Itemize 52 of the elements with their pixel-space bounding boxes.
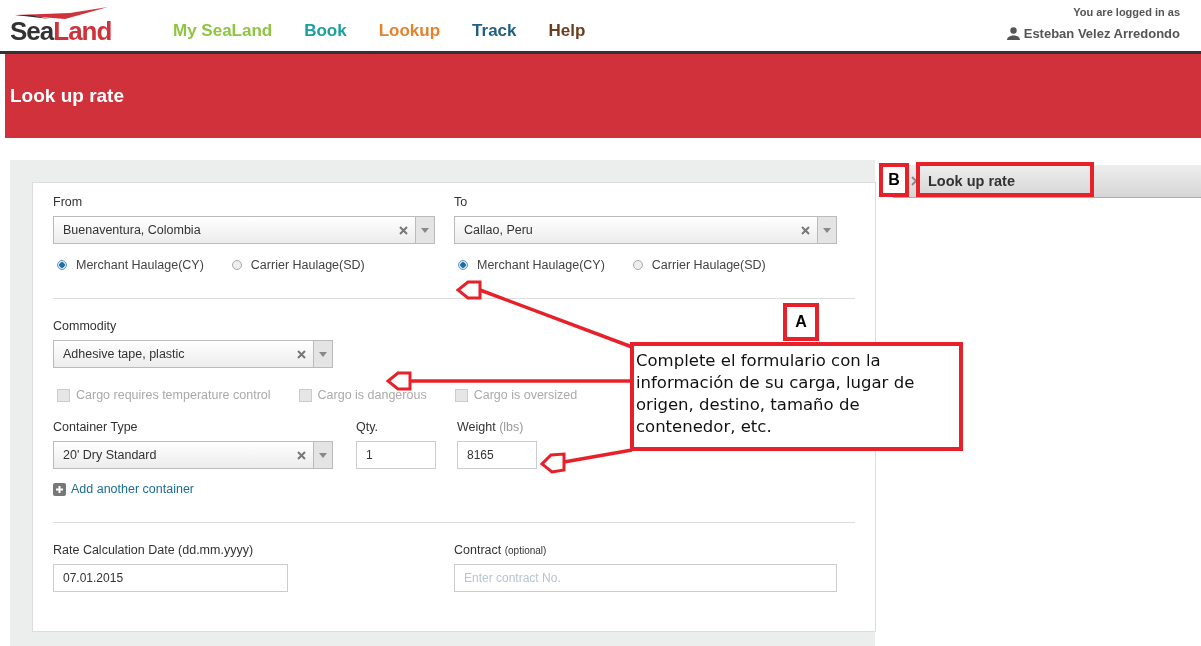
checkbox-label: Cargo requires temperature control <box>76 388 271 402</box>
clear-icon[interactable] <box>297 349 306 359</box>
annotation-callout: Complete el formulario con la información de su carga, lugar de origen, destino, tamaño de contenedor, etc. <box>630 342 963 451</box>
dropdown-button[interactable] <box>817 217 836 243</box>
plus-icon <box>53 482 66 496</box>
radio-label: Carrier Haulage(SD) <box>651 258 766 272</box>
radio-label: Merchant Haulage(CY) <box>477 258 605 272</box>
page-title: Look up rate <box>10 85 124 107</box>
radio-button[interactable] <box>57 260 67 270</box>
annotation-marker: B <box>879 163 909 197</box>
dropdown-button[interactable] <box>313 442 332 468</box>
field-label: Container Type <box>53 420 138 434</box>
checkbox-label: Cargo is oversized <box>473 388 578 402</box>
clear-icon[interactable] <box>297 450 306 460</box>
quantity-field[interactable]: 1 <box>356 441 436 469</box>
nav-link[interactable]: Track <box>472 21 517 41</box>
annotation-marker: A <box>783 303 819 341</box>
date-field[interactable]: 07.01.2015 <box>53 564 288 592</box>
field-label: Rate Calculation Date (dd.mm.yyyy) <box>53 543 254 557</box>
field-label: Qty. <box>356 420 378 434</box>
field-label: Contract (optional) <box>454 543 547 557</box>
radio-label: Carrier Haulage(SD) <box>250 258 365 272</box>
clear-icon[interactable] <box>399 225 408 235</box>
dropdown-button[interactable] <box>313 341 332 367</box>
select-field[interactable]: Buenaventura, Colombia <box>53 216 435 244</box>
chevron-icon <box>911 176 918 186</box>
add-container-link[interactable]: Add another container <box>53 482 855 496</box>
dropdown-button[interactable] <box>415 217 434 243</box>
field-label: From <box>53 195 83 209</box>
radio-button[interactable] <box>231 260 242 270</box>
contract-field[interactable]: Enter contract No. <box>454 564 837 592</box>
user-name[interactable]: Esteban Velez Arredondo <box>1023 26 1180 41</box>
radio-button[interactable] <box>632 260 643 270</box>
logo[interactable]: SeaLand <box>10 7 122 45</box>
radio-label: Merchant Haulage(CY) <box>76 258 204 272</box>
field-label: Commodity <box>53 319 117 333</box>
clear-icon[interactable] <box>801 225 810 235</box>
select-field[interactable]: Callao, Peru <box>454 216 837 244</box>
login-caption: You are logged in as <box>1073 6 1180 18</box>
caret-icon <box>319 452 327 458</box>
weight-field[interactable]: 8165 <box>457 441 537 469</box>
field-label: Weight (lbs) <box>457 420 524 434</box>
select-field[interactable]: 20' Dry Standard <box>53 441 333 469</box>
nav-link[interactable]: Help <box>548 21 586 41</box>
user-icon <box>1006 27 1020 40</box>
caret-icon <box>421 227 429 233</box>
select-field[interactable]: Adhesive tape, plastic <box>53 340 333 368</box>
caret-icon <box>823 227 831 233</box>
caret-icon <box>319 351 327 357</box>
field-label: To <box>454 195 468 209</box>
radio-button[interactable] <box>458 260 468 270</box>
checkbox-label: Cargo is dangerous <box>317 388 427 402</box>
